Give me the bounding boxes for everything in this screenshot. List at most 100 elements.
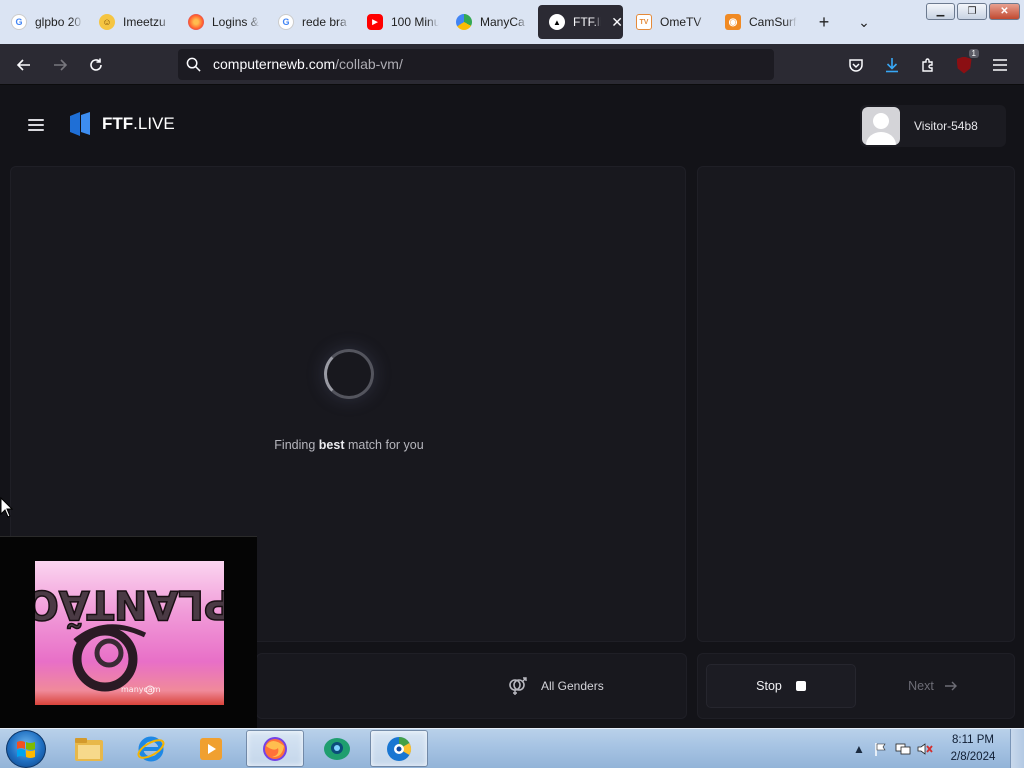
tab-label: ManyCa [480, 15, 525, 29]
hamburger-menu-icon [993, 59, 1007, 71]
back-button[interactable] [11, 52, 37, 78]
internet-explorer-icon [137, 736, 165, 761]
planeta-logo-image: PLANTÃO manycam [35, 580, 224, 695]
forward-button[interactable] [47, 52, 73, 78]
next-button[interactable]: Next [858, 664, 1008, 708]
site-logo[interactable]: FTF.LIVE [68, 111, 175, 137]
new-tab-button[interactable]: + [812, 10, 836, 34]
list-all-tabs-button[interactable]: ⌄ [852, 10, 876, 34]
ftf-logo-icon [70, 112, 90, 136]
minimize-button[interactable]: ▁ [926, 3, 955, 20]
stop-button-label: Stop [756, 679, 782, 693]
self-camera-preview: PLANTÃO manycam [0, 536, 257, 728]
taskbar-firefox[interactable] [246, 730, 304, 767]
google-icon: G [11, 14, 27, 30]
app-menu-button[interactable] [987, 52, 1013, 78]
matching-status-text: Finding best match for you [274, 438, 424, 452]
chat-panel [697, 166, 1015, 642]
avatar [862, 107, 900, 145]
media-player-icon [200, 737, 222, 760]
firefox-icon [188, 14, 204, 30]
stop-icon [795, 681, 806, 691]
tab-logins[interactable]: Logins & [177, 5, 263, 39]
tab-label: glpbo 20 [35, 15, 82, 29]
tab-label: Logins & [212, 15, 259, 29]
download-icon [886, 58, 898, 73]
close-window-button[interactable]: ✕ [989, 3, 1020, 20]
site-menu-button[interactable] [28, 119, 44, 131]
taskbar-media-player[interactable] [182, 730, 240, 767]
visitor-profile[interactable]: Visitor-54b8 [860, 105, 1006, 147]
camsurf-icon: ◉ [725, 14, 741, 30]
show-hidden-icons-button[interactable]: ▲ [848, 729, 870, 768]
tab-rede-bra[interactable]: G rede bra [267, 5, 353, 39]
extensions-button[interactable] [915, 52, 941, 78]
manycam-icon [456, 14, 472, 30]
pocket-button[interactable] [843, 52, 869, 78]
browser-tab-strip: G glpbo 20 ☺ Imeetzu Logins & G rede bra… [0, 0, 1024, 44]
tab-label: 100 Minu [391, 15, 439, 29]
tab-manycam[interactable]: ManyCa [445, 5, 531, 39]
user-icon [866, 113, 896, 145]
gender-filter-button[interactable]: All Genders [507, 676, 604, 696]
downloads-button[interactable] [879, 52, 905, 78]
loading-spinner-icon [324, 349, 374, 399]
taskbar-internet-explorer[interactable] [122, 730, 180, 767]
tab-glpbo[interactable]: G glpbo 20 [0, 5, 86, 39]
imeetzu-icon: ☺ [99, 14, 115, 30]
tab-ometv[interactable]: TV OmeTV [625, 5, 711, 39]
tab-label: OmeTV [660, 15, 702, 29]
stop-button[interactable]: Stop [706, 664, 856, 708]
youtube-icon: ▶ [367, 14, 383, 30]
folder-icon [75, 737, 103, 761]
manycam-icon [387, 736, 412, 761]
start-button[interactable] [6, 730, 46, 768]
action-center-flag-icon[interactable] [870, 729, 892, 768]
windows-logo-icon [17, 741, 35, 758]
volume-muted-icon[interactable] [914, 729, 936, 768]
restore-button[interactable]: ❐ [957, 3, 987, 20]
puzzle-icon [922, 58, 933, 72]
ublock-button[interactable]: 1 [951, 49, 979, 78]
taskbar-explorer[interactable] [60, 730, 118, 767]
search-icon [186, 57, 201, 72]
firefox-icon [263, 736, 287, 761]
visitor-name: Visitor-54b8 [914, 119, 978, 133]
network-icon[interactable] [892, 729, 914, 768]
url-path: /collab-vm/ [335, 55, 403, 72]
manycam-watermark: manycam [121, 685, 161, 694]
match-controls: Stop Next [697, 653, 1015, 719]
camfrog-icon [324, 737, 350, 760]
site-logo-text: FTF.LIVE [102, 114, 175, 133]
next-button-label: Next [908, 679, 934, 693]
gender-icon [509, 677, 527, 695]
system-tray: ▲ 8:11 PM 2/8/2024 [848, 729, 1024, 768]
reload-icon [90, 58, 102, 71]
system-clock[interactable]: 8:11 PM 2/8/2024 [936, 732, 1010, 766]
google-icon: G [278, 14, 294, 30]
tab-camsurf[interactable]: ◉ CamSurf [714, 5, 800, 39]
url-host: computernewb.com [213, 55, 336, 72]
tab-label: FTF.li [573, 15, 602, 29]
taskbar-manycam[interactable] [370, 730, 428, 767]
clock-date: 2/8/2024 [950, 751, 996, 763]
ometv-icon: TV [636, 14, 652, 30]
camera-video-frame: PLANTÃO manycam [35, 561, 224, 705]
show-desktop-button[interactable] [1010, 729, 1024, 768]
svg-text:PLANTÃO: PLANTÃO [35, 581, 224, 630]
windows-taskbar: ▲ 8:11 PM 2/8/2024 [0, 728, 1024, 768]
close-tab-icon[interactable]: ✕ [611, 14, 623, 31]
reload-button[interactable] [83, 52, 109, 78]
tab-label: rede bra [302, 15, 347, 29]
tab-label: CamSurf [749, 15, 797, 29]
pocket-icon [849, 59, 863, 72]
tab-imeetzu[interactable]: ☺ Imeetzu [88, 5, 174, 39]
taskbar-camfrog[interactable] [308, 730, 366, 767]
filter-bar: All Genders [256, 653, 687, 719]
url-bar[interactable]: computernewb.com/collab-vm/ [178, 49, 774, 80]
tab-youtube[interactable]: ▶ 100 Minu [356, 5, 442, 39]
tab-ftf-live[interactable]: ▲ FTF.li ✕ [538, 5, 623, 39]
ublock-shield-icon [956, 56, 972, 74]
ftf-icon: ▲ [549, 14, 565, 30]
navigation-toolbar: computernewb.com/collab-vm/ 1 [0, 44, 1024, 85]
